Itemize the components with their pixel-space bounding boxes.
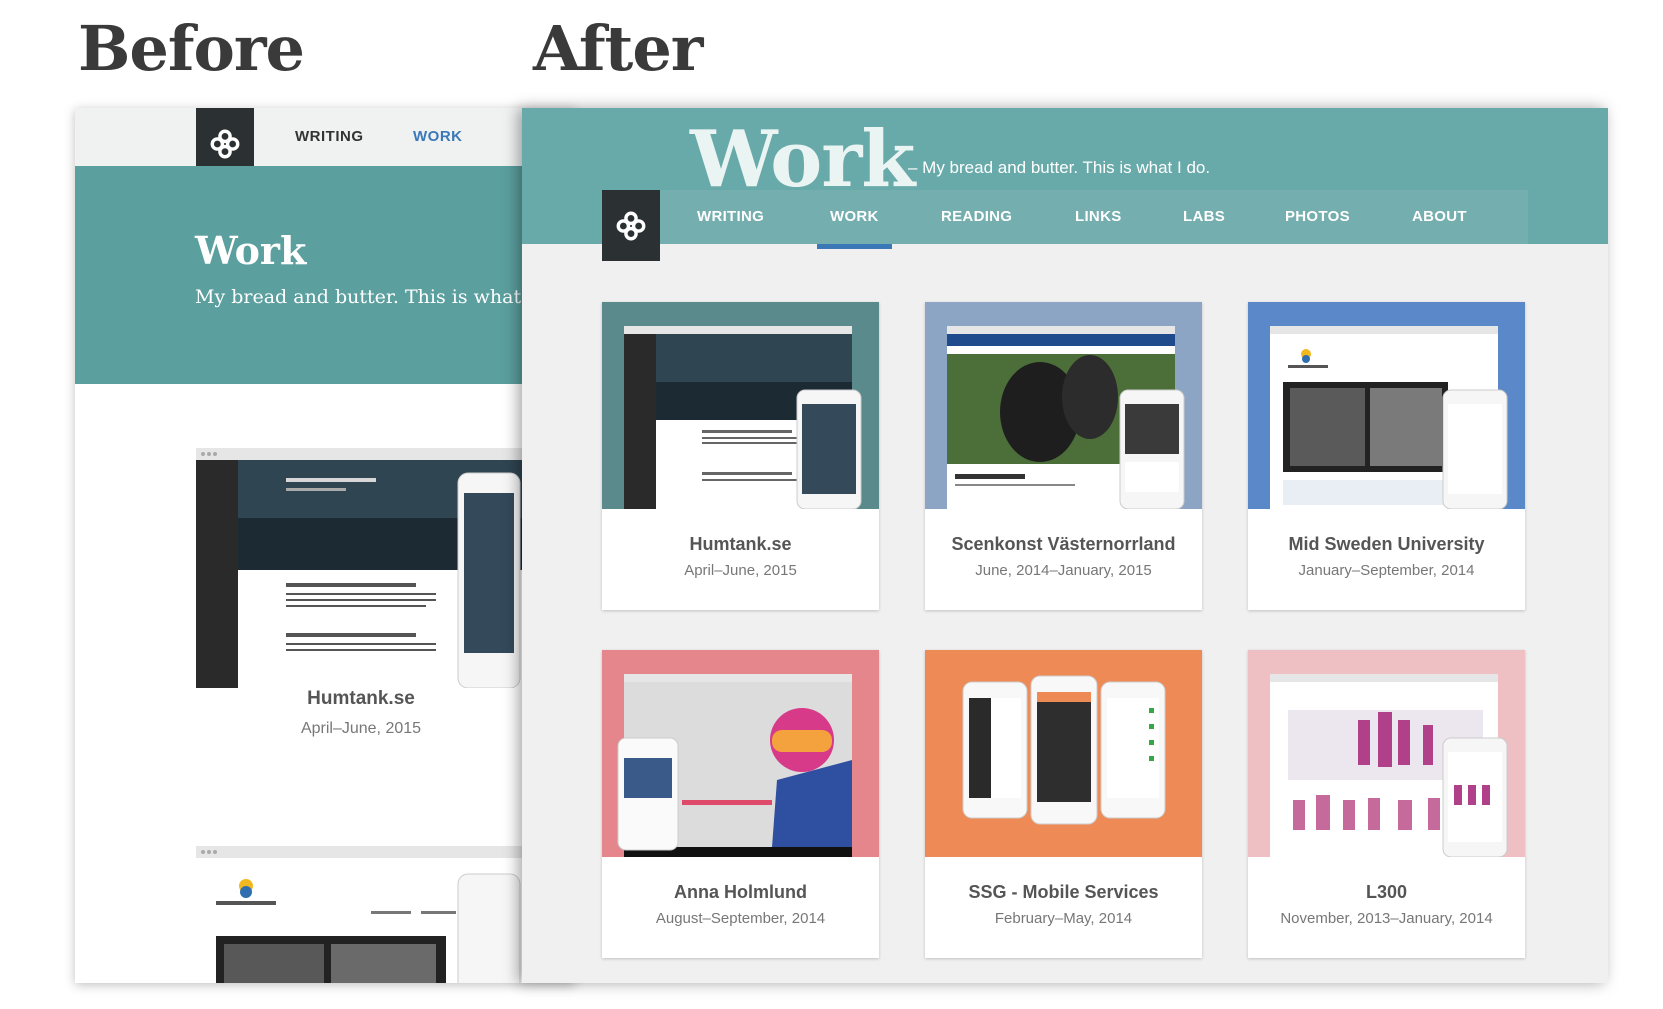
project-card-midsweden[interactable]: Mid Sweden University January–September,… [1248,302,1525,610]
before-page: WRITING WORK Work My bread and butter. T… [75,108,575,983]
project-date: April–June, 2015 [684,562,797,579]
project-thumbnail [925,302,1202,509]
project-thumbnail [1248,302,1525,509]
before-project-card[interactable]: Humtank.se April–June, 2015 [196,688,526,738]
project-card-scenkonst[interactable]: Scenkonst Västernorrland June, 2014–Janu… [925,302,1202,610]
project-thumbnail [602,302,879,509]
before-project-date: April–June, 2015 [300,720,422,737]
nav-about[interactable]: ABOUT [1412,208,1467,225]
project-name: Humtank.se [689,534,792,554]
project-date: January–September, 2014 [1298,562,1475,579]
project-date: August–September, 2014 [655,910,826,927]
project-card-l300[interactable]: L300 November, 2013–January, 2014 [1248,650,1525,958]
project-thumbnail [602,650,879,857]
before-heading: Before [78,12,305,85]
active-nav-indicator [817,244,892,249]
before-nav-work[interactable]: WORK [413,128,463,145]
nav-reading[interactable]: READING [941,208,1012,225]
project-card-anna-holmlund[interactable]: Anna Holmlund August–September, 2014 [602,650,879,958]
project-thumbnail [1248,650,1525,857]
quatrefoil-logo-icon [210,129,240,158]
before-page-subtitle: My bread and butter. This is what I do. [195,286,570,308]
after-page: Work – My bread and butter. This is what… [522,108,1608,983]
project-name: Mid Sweden University [1288,534,1485,554]
project-name: Scenkonst Västernorrland [951,534,1176,554]
project-card-ssg[interactable]: SSG - Mobile Services February–May, 2014 [925,650,1202,958]
nav-writing[interactable]: WRITING [697,208,764,225]
project-card-humtank[interactable]: Humtank.se April–June, 2015 [602,302,879,610]
before-project-name: Humtank.se [307,688,415,709]
project-name: L300 [1365,882,1408,902]
project-name: Anna Holmlund [674,882,807,902]
project-name: SSG - Mobile Services [968,882,1159,902]
nav-photos[interactable]: PHOTOS [1285,208,1350,225]
after-page-subtitle: – My bread and butter. This is what I do… [908,158,1211,177]
after-logo[interactable] [602,190,660,261]
after-heading: After [533,12,703,85]
before-hero [75,166,575,384]
quatrefoil-logo-icon [616,211,646,240]
before-humtank-screenshot[interactable] [196,448,526,688]
before-nav-writing[interactable]: WRITING [295,128,364,145]
before-page-title: Work [195,228,307,273]
nav-links[interactable]: LINKS [1075,208,1122,225]
nav-labs[interactable]: LABS [1183,208,1225,225]
project-thumbnail [925,650,1202,857]
project-date: November, 2013–January, 2014 [1280,910,1493,927]
before-midsweden-screenshot[interactable] [196,846,526,983]
project-date: June, 2014–January, 2015 [975,562,1152,579]
project-date: February–May, 2014 [994,910,1133,927]
nav-work[interactable]: WORK [830,208,879,225]
